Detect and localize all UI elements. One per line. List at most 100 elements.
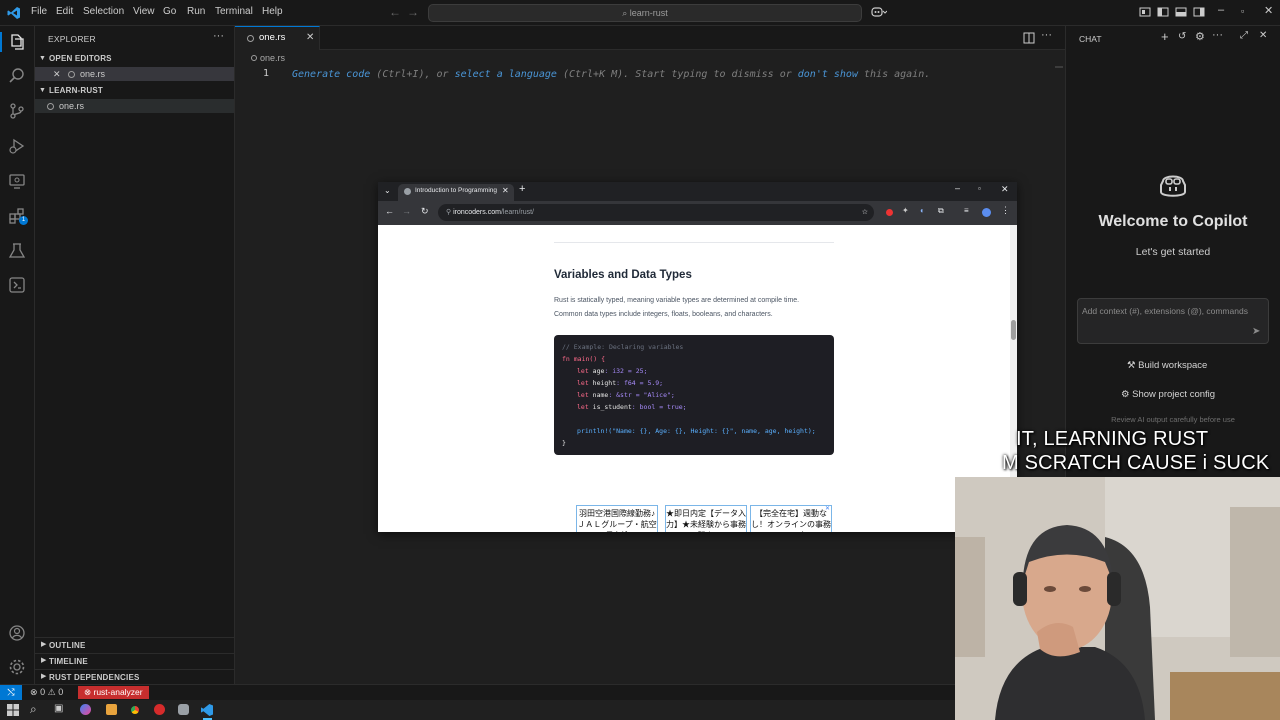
select-language-link[interactable]: select a language: [455, 69, 557, 80]
close-editor-icon[interactable]: ✕: [53, 67, 61, 81]
reload-icon[interactable]: ↻: [421, 206, 429, 217]
taskbar-search-icon[interactable]: ⌕: [30, 702, 37, 717]
new-tab-icon[interactable]: +: [519, 183, 525, 195]
menu-file[interactable]: File: [31, 6, 47, 17]
code-fn-line: fn main() {: [562, 355, 606, 363]
send-icon[interactable]: ➤: [1252, 326, 1260, 337]
menu-terminal[interactable]: Terminal: [215, 6, 253, 17]
minimize-icon[interactable]: –: [1218, 4, 1224, 16]
browser-menu-icon[interactable]: ⋮: [1001, 205, 1010, 216]
hint-text-3: this again.: [857, 69, 931, 80]
scrollbar-thumb[interactable]: [1011, 320, 1016, 340]
chat-input[interactable]: Add context (#), extensions (@), command…: [1077, 298, 1269, 344]
maximize-panel-icon[interactable]: ⤢: [1240, 30, 1248, 41]
copilot-app-icon[interactable]: [80, 704, 91, 715]
build-workspace-button[interactable]: ⚒ Build workspace: [1127, 360, 1207, 371]
menu-help[interactable]: Help: [262, 6, 283, 17]
outline-section[interactable]: ▶ OUTLINE: [35, 637, 234, 651]
customize-layout-icon[interactable]: [1139, 6, 1151, 18]
menu-go[interactable]: Go: [163, 6, 176, 17]
back-arrow-icon[interactable]: ←: [389, 5, 401, 19]
manage-gear-icon[interactable]: [8, 658, 26, 676]
rust-analyzer-status[interactable]: ⊗ rust-analyzer: [78, 686, 149, 699]
toggle-panel-icon[interactable]: [1175, 6, 1187, 18]
tab-search-icon[interactable]: ⌄: [384, 186, 391, 195]
search-icon: ⌕: [622, 8, 630, 18]
browser-close-icon[interactable]: ✕: [1001, 184, 1009, 195]
task-view-icon[interactable]: ▣: [54, 703, 63, 714]
close-panel-icon[interactable]: ✕: [1259, 30, 1267, 41]
reading-list-icon[interactable]: ≡: [964, 206, 969, 215]
tab-one-rs[interactable]: one.rs ✕: [235, 26, 320, 50]
github-actions-icon[interactable]: [8, 276, 26, 294]
extension-mic-icon[interactable]: ✦: [902, 206, 909, 215]
browser-back-icon[interactable]: ←: [385, 206, 394, 216]
obs-icon[interactable]: [154, 704, 165, 715]
app-icon[interactable]: [178, 704, 189, 715]
copilot-logo-icon: [1160, 175, 1186, 197]
settings-gear-icon[interactable]: ⚙: [1195, 30, 1205, 43]
testing-icon[interactable]: [8, 242, 26, 260]
file-item[interactable]: one.rs: [35, 99, 234, 113]
dont-show-link[interactable]: don't show: [798, 69, 858, 80]
remote-indicator-icon[interactable]: ⤭: [0, 685, 22, 701]
code-type: : &str = "Alice";: [608, 391, 675, 399]
chrome-icon[interactable]: [129, 704, 141, 716]
browser-minimize-icon[interactable]: –: [955, 183, 960, 193]
toggle-secondary-sidebar-icon[interactable]: [1193, 6, 1205, 18]
new-chat-icon[interactable]: +: [1161, 29, 1169, 44]
search-icon[interactable]: [8, 67, 26, 85]
ad-banner-1[interactable]: 羽田空港国際線勤務♪ＪＡＬグループ・航空保安検: [576, 505, 658, 532]
maximize-icon[interactable]: ▫: [1241, 6, 1244, 16]
tab-label: one.rs: [259, 32, 286, 43]
address-bar[interactable]: ⚲ ironcoders.com/learn/rust/ ☆: [438, 204, 874, 221]
menu-run[interactable]: Run: [187, 6, 205, 17]
problems-indicator[interactable]: ⊗ 0 ⚠ 0: [30, 687, 63, 698]
chat-more-icon[interactable]: ···: [1212, 29, 1223, 41]
ad-close-icon[interactable]: ✕: [825, 505, 830, 512]
ad-banner-3[interactable]: 【完全在宅】週動なし！オンラインの事務アシスタ: [750, 505, 832, 532]
toggle-sidebar-icon[interactable]: [1157, 6, 1169, 18]
explorer-icon[interactable]: [8, 33, 26, 51]
windows-start-icon[interactable]: [7, 704, 19, 716]
project-folder[interactable]: ▼ LEARN-RUST: [35, 84, 234, 98]
show-project-config-button[interactable]: ⚙ Show project config: [1121, 389, 1215, 400]
browser-maximize-icon[interactable]: ▫: [978, 184, 981, 193]
generate-code-link[interactable]: Generate code: [292, 69, 370, 80]
close-tab-icon[interactable]: ✕: [502, 186, 509, 195]
close-window-icon[interactable]: ✕: [1264, 4, 1273, 17]
forward-arrow-icon[interactable]: →: [407, 5, 419, 19]
timeline-section[interactable]: ▶ TIMELINE: [35, 653, 234, 667]
file-explorer-icon[interactable]: [106, 704, 117, 715]
run-debug-icon[interactable]: [8, 137, 26, 155]
menu-view[interactable]: View: [133, 6, 155, 17]
command-center-search[interactable]: ⌕ learn-rust: [428, 4, 862, 22]
vscode-taskbar-icon[interactable]: [201, 704, 213, 716]
profile-avatar[interactable]: [982, 208, 991, 217]
rust-file-icon: [68, 71, 75, 78]
history-icon[interactable]: ↺: [1178, 31, 1186, 42]
copilot-icon[interactable]: [871, 6, 887, 18]
source-control-icon[interactable]: [8, 102, 26, 120]
ad-banner-2[interactable]: ★即日内定【データ入力】★未経験から事務職を: [665, 505, 747, 532]
split-editor-icon[interactable]: [1023, 32, 1035, 44]
browser-forward-icon[interactable]: →: [402, 206, 411, 216]
menu-selection[interactable]: Selection: [83, 6, 124, 17]
open-editor-filename: one.rs: [80, 69, 106, 79]
breadcrumb[interactable]: one.rs: [251, 53, 285, 63]
rust-dependencies-section[interactable]: ▶ RUST DEPENDENCIES: [35, 669, 234, 683]
bookmark-star-icon[interactable]: ☆: [862, 204, 868, 221]
editor-more-actions-icon[interactable]: ···: [1041, 29, 1052, 41]
extension-audio-icon[interactable]: ◐: [920, 206, 925, 215]
extension-record-icon[interactable]: [886, 209, 893, 216]
more-actions-icon[interactable]: ···: [213, 30, 224, 42]
extensions-puzzle-icon[interactable]: ⧉: [938, 206, 944, 216]
close-tab-icon[interactable]: ✕: [306, 32, 314, 43]
remote-explorer-icon[interactable]: [8, 172, 26, 190]
browser-tab[interactable]: Introduction to Programming ✕: [398, 184, 514, 201]
rust-file-icon: [47, 103, 54, 110]
open-editor-item[interactable]: ✕ one.rs: [35, 67, 234, 81]
menu-edit[interactable]: Edit: [56, 6, 73, 17]
open-editors-section[interactable]: ▼ OPEN EDITORS: [35, 52, 234, 66]
account-icon[interactable]: [8, 624, 26, 642]
